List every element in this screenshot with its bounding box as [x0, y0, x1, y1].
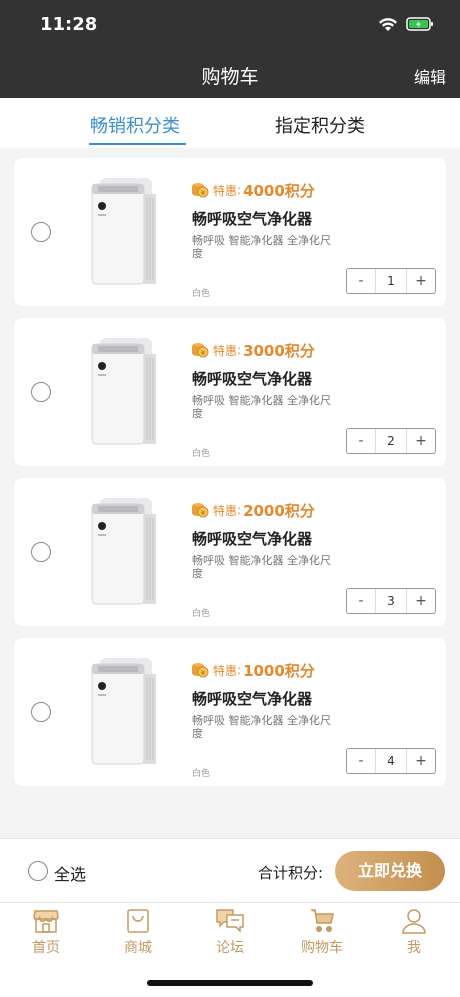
- cart-item: ¥ 特惠 : 3000积分 畅呼吸空气净化器 畅呼吸 智能净化器 全净化尺度 白…: [14, 318, 446, 466]
- tab-designated[interactable]: 指定积分类: [275, 112, 365, 138]
- tab-label: 购物车: [301, 940, 343, 956]
- tab-label: 首页: [32, 940, 60, 956]
- price-colon: :: [237, 663, 242, 677]
- home-indicator: [147, 980, 313, 986]
- product-color: 白色: [192, 769, 211, 779]
- product-color: 白色: [192, 289, 211, 299]
- product-color: 白色: [192, 609, 211, 619]
- quantity-stepper: - 1 +: [346, 268, 436, 294]
- total-points-label: 合计积分:: [258, 864, 324, 882]
- battery-icon: [406, 17, 433, 31]
- tab-label: 我: [407, 940, 421, 956]
- svg-text:¥: ¥: [201, 349, 206, 357]
- coin-stack-icon: ¥: [192, 343, 209, 358]
- price-colon: :: [237, 503, 242, 517]
- product-description: 畅呼吸 智能净化器 全净化尺度: [192, 554, 331, 580]
- decrement-button[interactable]: -: [347, 269, 375, 293]
- price-colon: :: [237, 183, 242, 197]
- decrement-button[interactable]: -: [347, 749, 375, 773]
- increment-button[interactable]: +: [407, 749, 435, 773]
- quantity-stepper: - 2 +: [346, 428, 436, 454]
- cart-icon: [311, 909, 334, 932]
- product-name: 畅呼吸空气净化器: [192, 210, 313, 228]
- quantity-stepper: - 3 +: [346, 588, 436, 614]
- tab-me[interactable]: 我: [368, 907, 460, 963]
- item-select-radio[interactable]: [31, 382, 51, 402]
- decrement-button[interactable]: -: [347, 589, 375, 613]
- category-tabs: 畅销积分类 指定积分类: [0, 98, 460, 148]
- tab-label: 论坛: [216, 940, 244, 956]
- tab-cart[interactable]: 购物车: [276, 907, 368, 963]
- price-row: ¥ 特惠 : 3000积分: [191, 340, 315, 360]
- chat-bubbles-icon: [216, 909, 244, 933]
- checkout-bar: 全选 合计积分: 立即兑换: [0, 838, 460, 903]
- quantity-value[interactable]: 1: [375, 269, 407, 293]
- page-title: 购物车: [201, 66, 259, 88]
- person-icon: [402, 909, 426, 934]
- quantity-value[interactable]: 4: [375, 749, 407, 773]
- air-purifier-image: [91, 658, 156, 765]
- shopping-bag-icon: [127, 909, 149, 933]
- product-description: 畅呼吸 智能净化器 全净化尺度: [192, 394, 331, 420]
- price-label: 特惠: [213, 663, 238, 678]
- price-value: 1000积分: [243, 661, 315, 680]
- price-value: 2000积分: [243, 501, 315, 520]
- price-colon: :: [237, 343, 242, 357]
- cart-item: ¥ 特惠 : 4000积分 畅呼吸空气净化器 畅呼吸 智能净化器 全净化尺度 白…: [14, 158, 446, 306]
- item-select-radio[interactable]: [31, 702, 51, 722]
- price-value: 4000积分: [243, 181, 315, 200]
- select-all-radio[interactable]: [28, 861, 48, 881]
- decrement-button[interactable]: -: [347, 429, 375, 453]
- status-bar: 11:28: [0, 0, 460, 50]
- price-value: 3000积分: [243, 341, 315, 360]
- select-all-label[interactable]: 全选: [54, 861, 86, 885]
- increment-button[interactable]: +: [407, 429, 435, 453]
- product-name: 畅呼吸空气净化器: [192, 690, 313, 708]
- tab-bestseller[interactable]: 畅销积分类: [90, 112, 180, 138]
- air-purifier-image: [91, 338, 156, 445]
- wifi-icon: [379, 18, 397, 31]
- coin-stack-icon: ¥: [192, 663, 209, 678]
- status-time: 11:28: [40, 14, 98, 35]
- shop-front-icon: [33, 910, 59, 933]
- edit-button[interactable]: 编辑: [414, 64, 446, 88]
- product-description: 畅呼吸 智能净化器 全净化尺度: [192, 714, 331, 740]
- cart-item: ¥ 特惠 : 1000积分 畅呼吸空气净化器 畅呼吸 智能净化器 全净化尺度 白…: [14, 638, 446, 786]
- cart-item: ¥ 特惠 : 2000积分 畅呼吸空气净化器 畅呼吸 智能净化器 全净化尺度 白…: [14, 478, 446, 626]
- tab-mall[interactable]: 商城: [92, 907, 184, 963]
- product-name: 畅呼吸空气净化器: [192, 370, 313, 388]
- price-label: 特惠: [213, 183, 238, 198]
- air-purifier-image: [91, 178, 156, 285]
- item-select-radio[interactable]: [31, 542, 51, 562]
- product-name: 畅呼吸空气净化器: [192, 530, 313, 548]
- tab-forum[interactable]: 论坛: [184, 907, 276, 963]
- price-row: ¥ 特惠 : 2000积分: [191, 500, 315, 520]
- cart-list: ¥ 特惠 : 4000积分 畅呼吸空气净化器 畅呼吸 智能净化器 全净化尺度 白…: [14, 158, 446, 798]
- svg-text:¥: ¥: [201, 509, 206, 517]
- quantity-value[interactable]: 2: [375, 429, 407, 453]
- product-color: 白色: [192, 449, 211, 459]
- price-label: 特惠: [213, 503, 238, 518]
- quantity-stepper: - 4 +: [346, 748, 436, 774]
- item-select-radio[interactable]: [31, 222, 51, 242]
- price-row: ¥ 特惠 : 1000积分: [191, 660, 315, 680]
- svg-text:¥: ¥: [201, 669, 206, 677]
- redeem-now-button[interactable]: 立即兑换: [335, 851, 445, 891]
- coin-stack-icon: ¥: [192, 183, 209, 198]
- tab-home[interactable]: 首页: [0, 907, 92, 963]
- quantity-value[interactable]: 3: [375, 589, 407, 613]
- air-purifier-image: [91, 498, 156, 605]
- nav-bar: 购物车 编辑: [0, 50, 460, 98]
- tab-label: 商城: [124, 940, 152, 956]
- product-description: 畅呼吸 智能净化器 全净化尺度: [192, 234, 331, 260]
- price-row: ¥ 特惠 : 4000积分: [191, 180, 315, 200]
- svg-text:¥: ¥: [201, 189, 206, 197]
- increment-button[interactable]: +: [407, 269, 435, 293]
- price-label: 特惠: [213, 343, 238, 358]
- coin-stack-icon: ¥: [192, 503, 209, 518]
- active-tab-indicator: [89, 143, 186, 145]
- increment-button[interactable]: +: [407, 589, 435, 613]
